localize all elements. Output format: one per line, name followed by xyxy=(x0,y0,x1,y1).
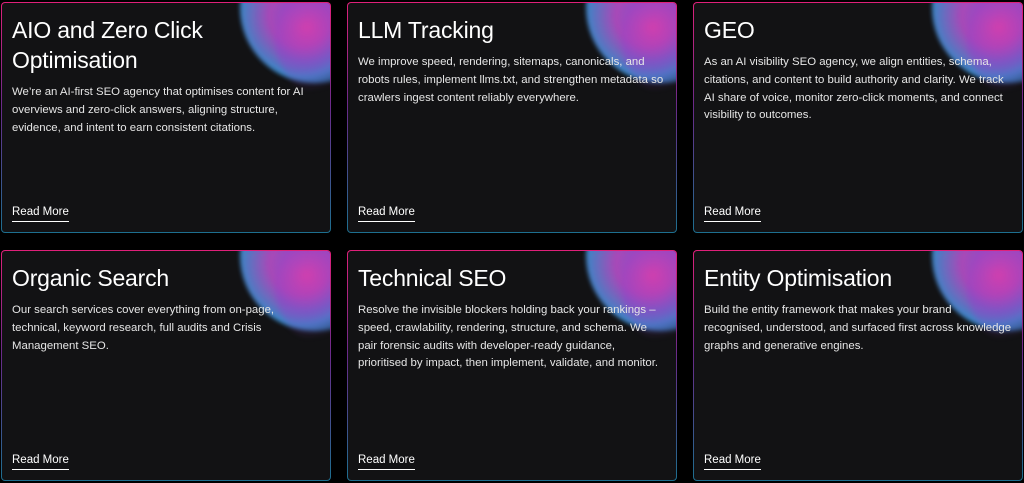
card-description: As an AI visibility SEO agency, we align… xyxy=(704,56,1004,122)
card-title: AIO and Zero Click Optimisation xyxy=(12,17,203,73)
card-description: Resolve the invisible blockers holding b… xyxy=(358,304,659,370)
read-more-link[interactable]: Read More xyxy=(12,206,69,222)
card-title: GEO xyxy=(704,17,755,43)
card-title: LLM Tracking xyxy=(358,17,494,43)
card-description: We’re an AI-first SEO agency that optimi… xyxy=(12,86,304,134)
card-glow-accent xyxy=(275,3,330,93)
service-card-llm-tracking: LLM Tracking We improve speed, rendering… xyxy=(347,2,677,233)
read-more-link[interactable]: Read More xyxy=(704,454,761,470)
service-card-entity-optimisation: Entity Optimisation Build the entity fra… xyxy=(693,250,1023,481)
read-more-link[interactable]: Read More xyxy=(12,454,69,470)
services-grid: AIO and Zero Click Optimisation We’re an… xyxy=(0,0,1024,483)
card-title: Organic Search xyxy=(12,265,169,291)
read-more-link[interactable]: Read More xyxy=(358,454,415,470)
card-description: Build the entity framework that makes yo… xyxy=(704,304,1012,352)
service-card-technical-seo: Technical SEO Resolve the invisible bloc… xyxy=(347,250,677,481)
card-description: We improve speed, rendering, sitemaps, c… xyxy=(358,56,664,104)
service-card-organic-search: Organic Search Our search services cover… xyxy=(1,250,331,481)
read-more-link[interactable]: Read More xyxy=(704,206,761,222)
service-card-aio: AIO and Zero Click Optimisation We’re an… xyxy=(1,2,331,233)
read-more-link[interactable]: Read More xyxy=(358,206,415,222)
card-description: Our search services cover everything fro… xyxy=(12,304,275,352)
card-title: Technical SEO xyxy=(358,265,507,291)
card-title: Entity Optimisation xyxy=(704,265,892,291)
service-card-geo: GEO As an AI visibility SEO agency, we a… xyxy=(693,2,1023,233)
